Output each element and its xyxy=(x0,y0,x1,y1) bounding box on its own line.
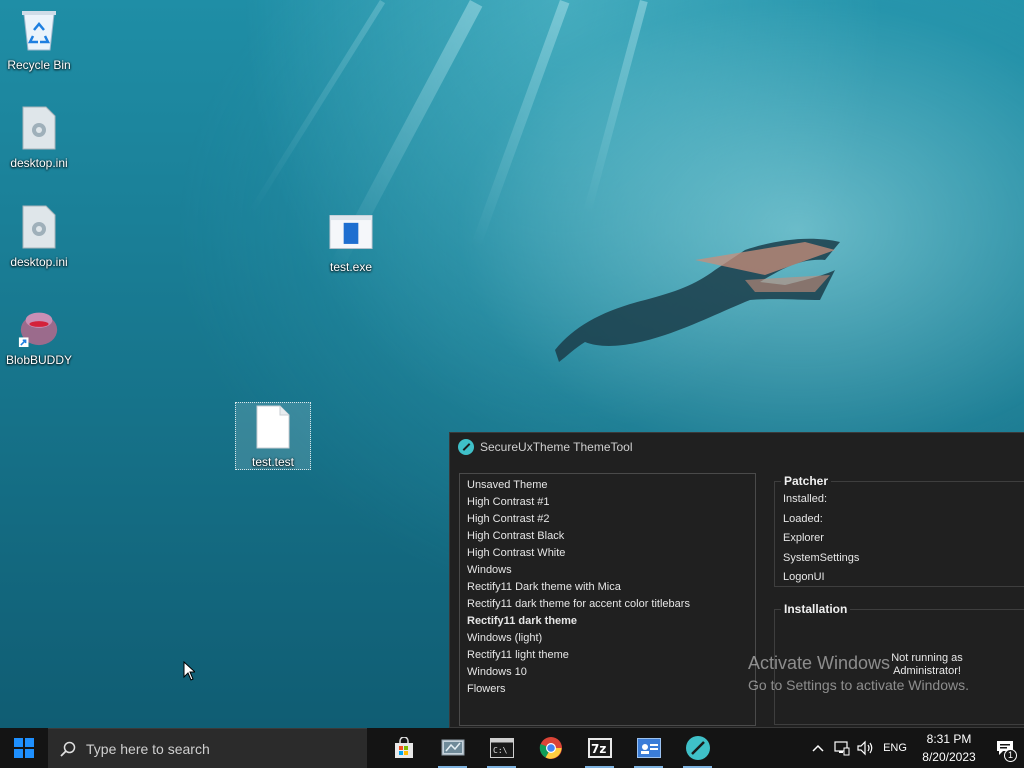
svg-text:C:\: C:\ xyxy=(493,746,508,755)
notification-badge: 1 xyxy=(1004,749,1017,762)
language-indicator[interactable]: ENG xyxy=(878,728,912,768)
theme-item[interactable]: High Contrast Black xyxy=(467,528,755,545)
desktop-icon-test-test[interactable]: test.test xyxy=(235,402,311,470)
activation-watermark: Activate Windows Go to Settings to activ… xyxy=(748,652,969,696)
taskbar: Type here to search C:\ 7z ENG 8:31 PM 8… xyxy=(0,728,1024,768)
desktop-icon-label: desktop.ini xyxy=(10,255,68,269)
desktop-icon-label: desktop.ini xyxy=(10,156,68,170)
7zip-icon: 7z xyxy=(587,738,612,758)
exe-file-icon xyxy=(329,210,373,254)
desktop-icon-label: test.exe xyxy=(329,260,373,274)
patcher-systemsettings: SystemSettings xyxy=(783,551,860,564)
theme-item[interactable]: Rectify11 Dark theme with Mica xyxy=(467,579,755,596)
theme-item[interactable]: Unsaved Theme xyxy=(467,477,755,494)
system-tray: ENG 8:31 PM 8/20/2023 1 xyxy=(806,728,1024,768)
windows-logo-icon xyxy=(14,738,34,758)
chevron-up-icon xyxy=(812,744,824,752)
theme-item[interactable]: High Contrast White xyxy=(467,545,755,562)
recycle-bin-icon xyxy=(17,8,61,52)
clock-time: 8:31 PM xyxy=(926,732,972,746)
desktop-icon-desktop-ini-1[interactable]: desktop.ini xyxy=(2,106,76,170)
theme-item[interactable]: High Contrast #2 xyxy=(467,511,755,528)
notification-button[interactable]: 1 xyxy=(986,728,1024,768)
theme-item[interactable]: Windows 10 xyxy=(467,664,755,681)
clock[interactable]: 8:31 PM 8/20/2023 xyxy=(912,730,986,766)
blobbuddy-shortcut-icon xyxy=(17,303,61,347)
theme-item[interactable]: Flowers xyxy=(467,681,755,698)
desktop-icon-desktop-ini-2[interactable]: desktop.ini xyxy=(2,205,76,269)
volume-button[interactable] xyxy=(854,728,878,768)
taskbar-app-chrome[interactable] xyxy=(526,728,575,768)
window-titlebar[interactable]: SecureUxTheme ThemeTool xyxy=(450,433,1024,461)
desktop-icon-label: BlobBUDDY xyxy=(5,353,73,367)
theme-item[interactable]: Windows xyxy=(467,562,755,579)
system-info-icon xyxy=(636,738,661,758)
clock-date: 8/20/2023 xyxy=(922,750,976,764)
themetool-icon xyxy=(458,439,474,455)
taskbar-app-control-panel[interactable] xyxy=(428,728,477,768)
theme-item-current[interactable]: Rectify11 dark theme xyxy=(467,613,755,630)
theme-item[interactable]: Windows (light) xyxy=(467,630,755,647)
taskbar-app-system-info[interactable] xyxy=(624,728,673,768)
patcher-logonui: LogonUI xyxy=(783,571,825,583)
patcher-group: Patcher Installed: Loaded: Explorer Syst… xyxy=(774,474,1024,587)
desktop-icon-test-exe[interactable]: test.exe xyxy=(314,210,388,274)
network-icon xyxy=(834,741,850,756)
taskbar-app-themetool[interactable] xyxy=(673,728,722,768)
desktop-icon-label: Recycle Bin xyxy=(7,58,71,72)
taskbar-app-store[interactable] xyxy=(379,728,428,768)
network-button[interactable] xyxy=(830,728,854,768)
patcher-explorer: Explorer xyxy=(783,532,824,544)
control-panel-icon xyxy=(441,739,464,756)
wallpaper-diver xyxy=(555,238,840,362)
desktop-icon-recycle-bin[interactable]: Recycle Bin xyxy=(2,8,76,72)
command-prompt-icon: C:\ xyxy=(489,738,514,758)
taskbar-search[interactable]: Type here to search xyxy=(48,728,367,768)
show-hidden-icons-button[interactable] xyxy=(806,728,830,768)
patcher-title: Patcher xyxy=(781,474,832,488)
search-icon xyxy=(60,741,76,757)
start-button[interactable] xyxy=(0,728,48,768)
settings-file-icon xyxy=(17,106,61,150)
patcher-loaded: Loaded: xyxy=(783,512,823,525)
svg-text:7z: 7z xyxy=(591,742,606,756)
watermark-subtitle: Go to Settings to activate Windows. xyxy=(748,677,969,693)
theme-item[interactable]: Rectify11 light theme xyxy=(467,647,755,664)
installation-title: Installation xyxy=(781,602,851,616)
watermark-title: Activate Windows xyxy=(748,653,891,673)
theme-list[interactable]: Unsaved Theme High Contrast #1 High Cont… xyxy=(459,473,756,726)
taskbar-app-7zip[interactable]: 7z xyxy=(575,728,624,768)
themetool-icon xyxy=(685,736,710,760)
search-placeholder: Type here to search xyxy=(86,740,210,757)
taskbar-app-command-prompt[interactable]: C:\ xyxy=(477,728,526,768)
desktop-icon-label: test.test xyxy=(251,455,295,469)
chrome-icon xyxy=(539,737,562,759)
blank-file-icon xyxy=(251,405,295,449)
store-icon xyxy=(394,737,413,758)
mouse-cursor-icon xyxy=(183,661,195,681)
settings-file-icon xyxy=(17,205,61,249)
theme-item[interactable]: High Contrast #1 xyxy=(467,494,755,511)
desktop-icon-blobbuddy[interactable]: BlobBUDDY xyxy=(2,303,76,367)
patcher-installed: Installed: xyxy=(783,493,828,505)
window-title: SecureUxTheme ThemeTool xyxy=(480,440,633,454)
speaker-icon xyxy=(857,740,873,756)
theme-item[interactable]: Rectify11 dark theme for accent color ti… xyxy=(467,596,755,613)
